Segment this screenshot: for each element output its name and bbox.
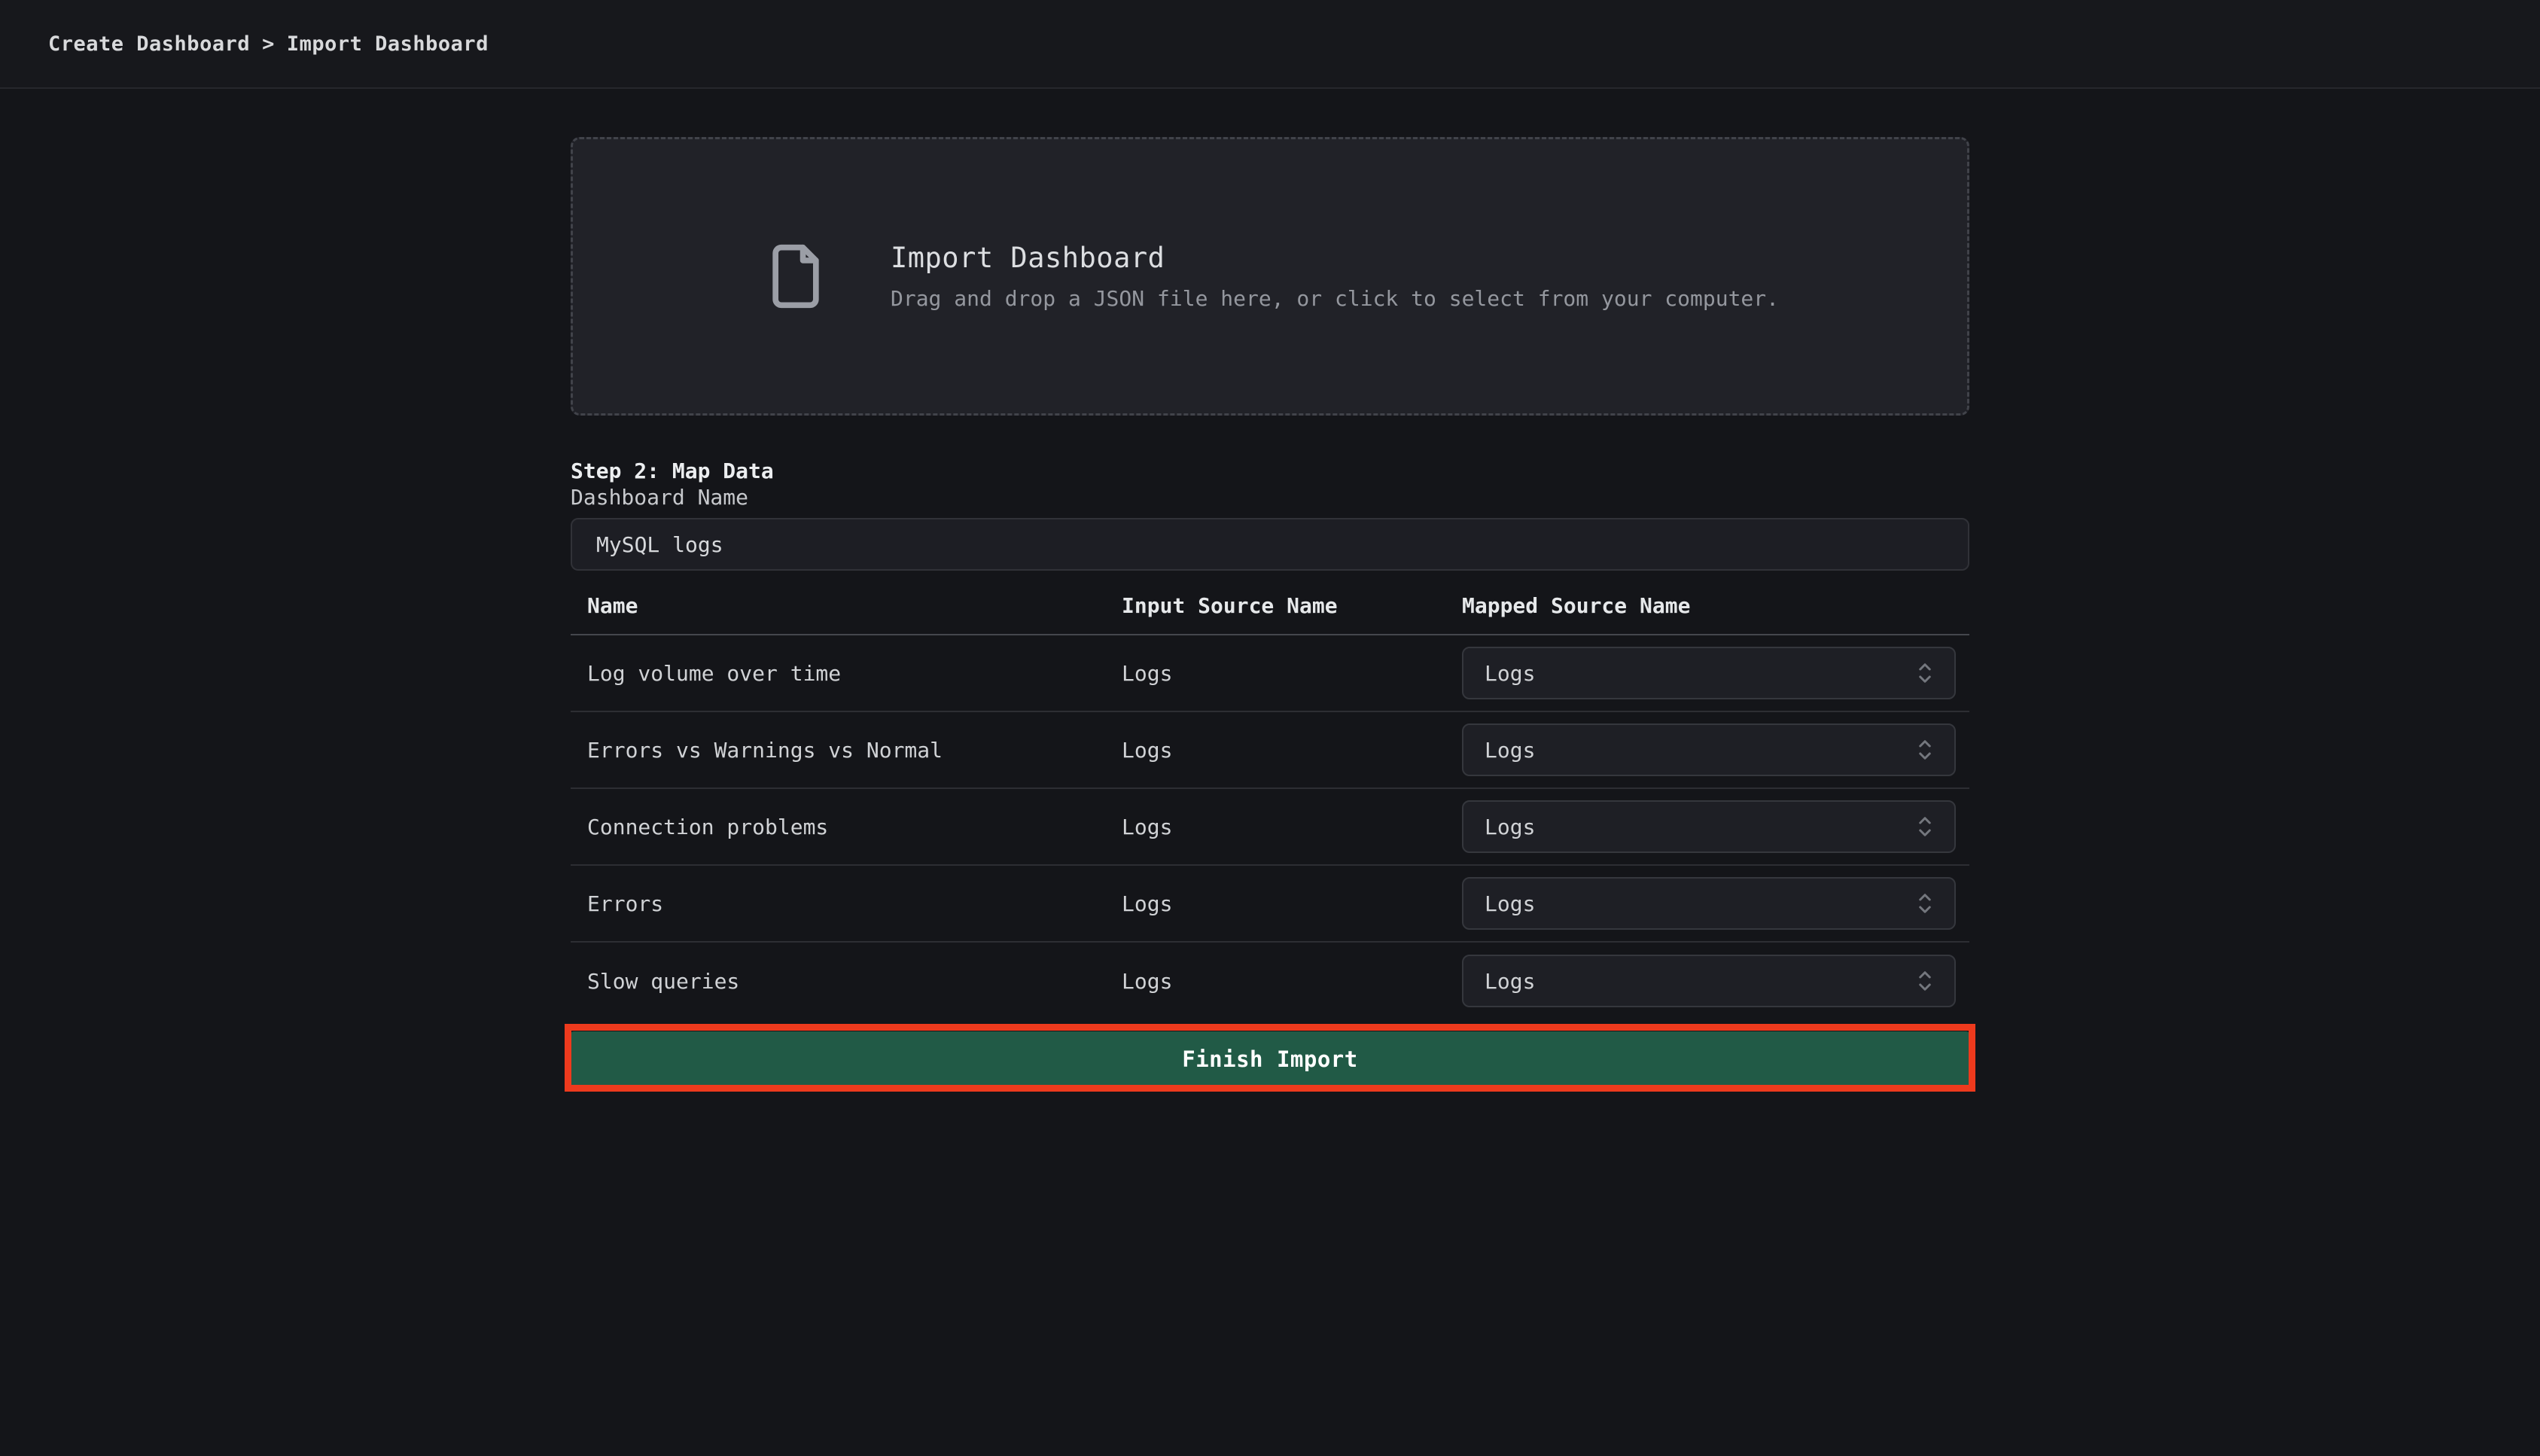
chevron-up-down-icon (1914, 658, 1936, 688)
mapped-source-select[interactable]: Logs (1462, 800, 1956, 853)
breadcrumb: Create Dashboard > Import Dashboard (48, 32, 489, 56)
select-value: Logs (1485, 969, 1535, 994)
table-row: Log volume over time Logs Logs (571, 635, 1969, 712)
table-header-row: Name Input Source Name Mapped Source Nam… (571, 593, 1969, 635)
chevron-up-down-icon (1914, 888, 1936, 918)
row-input-source: Logs (1122, 891, 1462, 916)
table-row: Slow queries Logs Logs (571, 943, 1969, 1019)
header-input-source: Input Source Name (1122, 593, 1462, 619)
mapped-source-select[interactable]: Logs (1462, 647, 1956, 699)
file-dropzone[interactable]: Import Dashboard Drag and drop a JSON fi… (571, 137, 1969, 416)
chevron-up-down-icon (1914, 966, 1936, 996)
chevron-up-down-icon (1914, 812, 1936, 842)
breadcrumb-import-dashboard[interactable]: Import Dashboard (287, 32, 489, 56)
row-name: Log volume over time (587, 661, 1122, 686)
header-name: Name (587, 593, 1122, 619)
row-input-source: Logs (1122, 969, 1462, 994)
mapped-source-select[interactable]: Logs (1462, 723, 1956, 776)
row-name: Errors (587, 891, 1122, 916)
row-input-source: Logs (1122, 738, 1462, 763)
dashboard-name-label: Dashboard Name (571, 485, 748, 510)
select-value: Logs (1485, 738, 1535, 763)
top-bar: Create Dashboard > Import Dashboard (0, 0, 2540, 89)
mapping-table: Name Input Source Name Mapped Source Nam… (571, 593, 1969, 1019)
table-row: Errors Logs Logs (571, 866, 1969, 943)
finish-import-button[interactable]: Finish Import (571, 1031, 1969, 1086)
select-value: Logs (1485, 815, 1535, 839)
mapped-source-select[interactable]: Logs (1462, 955, 1956, 1007)
table-row: Errors vs Warnings vs Normal Logs Logs (571, 712, 1969, 789)
row-input-source: Logs (1122, 815, 1462, 839)
dropzone-text: Import Dashboard Drag and drop a JSON fi… (891, 242, 1779, 311)
select-value: Logs (1485, 661, 1535, 686)
dropzone-title: Import Dashboard (891, 242, 1779, 274)
file-icon (761, 239, 830, 313)
row-name: Slow queries (587, 969, 1122, 994)
mapped-source-select[interactable]: Logs (1462, 877, 1956, 930)
select-value: Logs (1485, 891, 1535, 916)
chevron-up-down-icon (1914, 735, 1936, 765)
row-input-source: Logs (1122, 661, 1462, 686)
table-row: Connection problems Logs Logs (571, 789, 1969, 866)
breadcrumb-separator: > (262, 32, 275, 56)
dropzone-subtitle: Drag and drop a JSON file here, or click… (891, 286, 1779, 311)
row-name: Connection problems (587, 815, 1122, 839)
breadcrumb-create-dashboard[interactable]: Create Dashboard (48, 32, 250, 56)
import-wizard: Import Dashboard Drag and drop a JSON fi… (571, 137, 1969, 1086)
row-name: Errors vs Warnings vs Normal (587, 738, 1122, 763)
dashboard-name-input[interactable] (571, 518, 1969, 571)
step-heading: Step 2: Map Data (571, 458, 1969, 485)
header-mapped-source: Mapped Source Name (1462, 593, 1969, 619)
finish-import-area: Finish Import (571, 1031, 1969, 1086)
